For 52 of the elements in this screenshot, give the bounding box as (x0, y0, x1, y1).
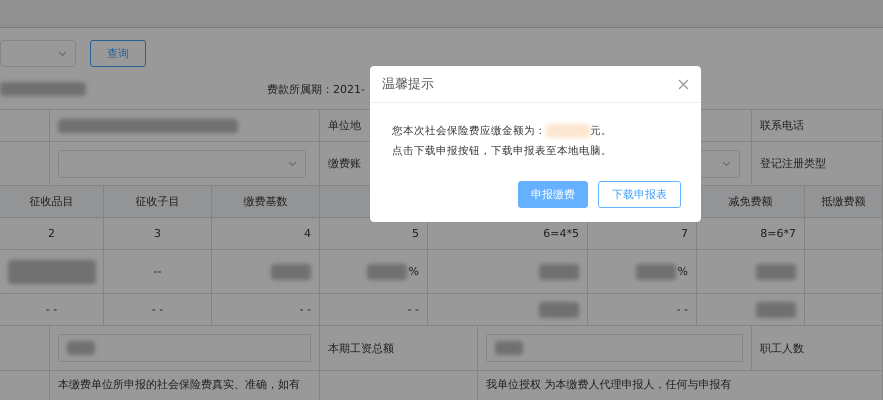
field-label: 职工人数 (760, 340, 804, 356)
period-label: 费款所属期：2021- (267, 82, 365, 96)
table-cell: - - (300, 303, 311, 316)
input-field[interactable] (58, 334, 311, 362)
blurred-value (67, 341, 95, 355)
dialog-hint: 点击下载申报按钮，下载申报表至本地电脑。 (392, 144, 613, 159)
close-icon[interactable] (678, 78, 689, 90)
table-cell: 8=6*7 (760, 227, 796, 240)
table-cell: - - (408, 303, 419, 316)
column-header: 减免费额 (728, 194, 772, 209)
blurred-value (495, 341, 523, 355)
currency-unit: 元。 (590, 124, 612, 139)
dialog-title: 温馨提示 (382, 76, 434, 93)
field-label: 缴费账 (328, 156, 361, 171)
column-header: 征收子目 (136, 194, 180, 209)
blurred-value (366, 264, 407, 280)
caret-icon (58, 50, 67, 56)
percent-sign: % (678, 265, 688, 278)
table-cell: - - (46, 303, 58, 316)
table-cell: 2 (48, 227, 55, 240)
amount-label: 您本次社会保险费应缴金额为： (392, 124, 546, 139)
blurred-value (539, 302, 579, 318)
table-cell: 3 (154, 227, 161, 240)
column-header: 抵缴费额 (822, 194, 866, 209)
column-header: 征收品目 (30, 194, 74, 209)
table-cell: 4 (304, 227, 311, 240)
download-button[interactable]: 下载申报表 (598, 181, 681, 208)
table-cell: - - (152, 303, 164, 316)
percent-sign: % (408, 265, 419, 278)
blurred-value (636, 264, 676, 280)
table-cell: - - (676, 303, 688, 316)
declare-pay-button[interactable]: 申报缴费 (518, 181, 588, 208)
field-label: 联系电话 (760, 118, 804, 133)
blurred-value (271, 264, 311, 280)
query-button[interactable]: 查询 (90, 40, 146, 67)
input-field[interactable] (486, 334, 743, 362)
blurred-value (756, 302, 796, 318)
blurred-value (756, 264, 796, 280)
table-cell: 7 (681, 227, 688, 240)
table-cell: 6=4*5 (543, 227, 579, 240)
caret-icon (722, 160, 731, 166)
select-field[interactable] (58, 150, 306, 178)
table-cell: 5 (412, 227, 419, 240)
blurred-value (539, 264, 579, 280)
column-header: 缴费基数 (244, 194, 288, 209)
blurred-amount (546, 124, 590, 138)
field-label: 本期工资总额 (328, 340, 394, 356)
caret-icon (288, 160, 297, 166)
table-cell: -- (154, 265, 162, 278)
field-label: 登记注册类型 (760, 156, 826, 171)
select-field[interactable] (0, 40, 76, 67)
field-label: 单位地 (328, 118, 361, 133)
